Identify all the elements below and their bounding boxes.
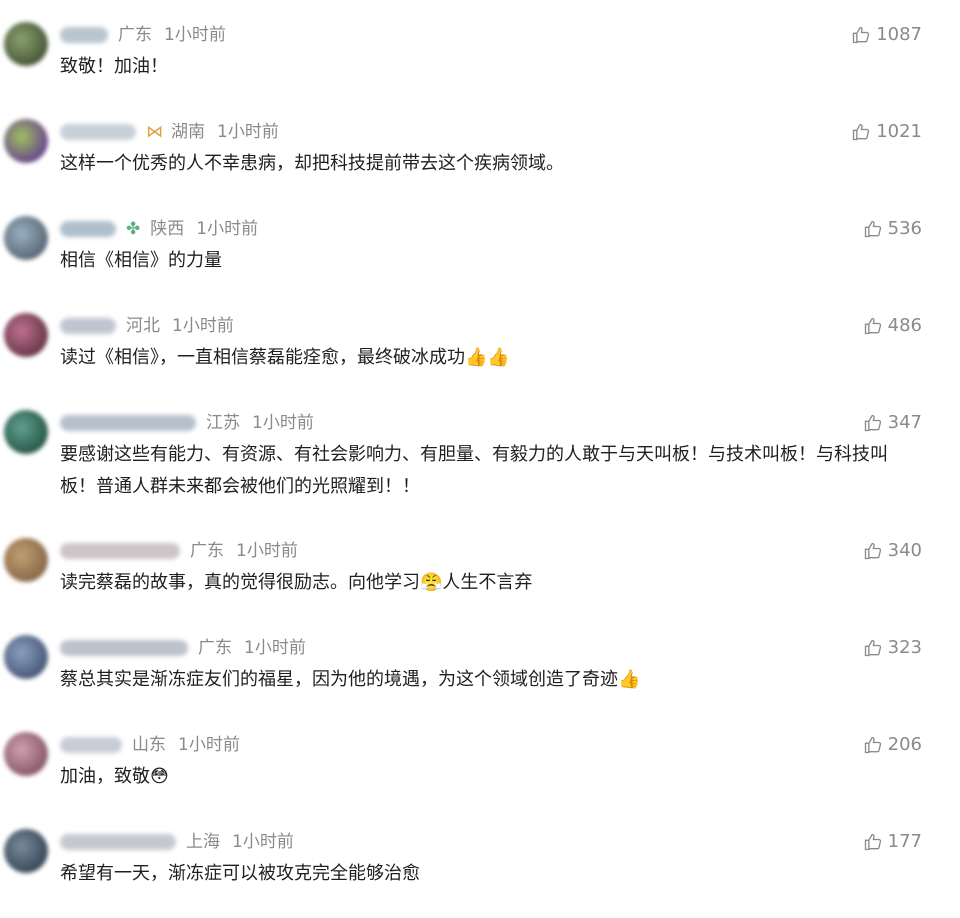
comment-meta: 河北 1小时前 [60, 315, 234, 337]
like-count: 1021 [876, 121, 922, 142]
timestamp: 1小时前 [164, 25, 226, 45]
badge-icon: ✤ [126, 219, 141, 239]
like-count: 177 [887, 831, 922, 852]
thumbs-up-icon [864, 736, 881, 754]
comment-meta: ✤ 陕西 1小时前 [60, 218, 258, 240]
username[interactable] [60, 124, 136, 140]
username[interactable] [60, 737, 122, 753]
timestamp: 1小时前 [196, 219, 259, 239]
like-count: 206 [887, 734, 922, 755]
region-label: 广东 [198, 638, 232, 658]
like-button[interactable]: 340 [863, 540, 922, 562]
timestamp: 1小时前 [252, 413, 314, 433]
like-count: 1087 [876, 24, 922, 45]
timestamp: 1小时前 [217, 122, 279, 142]
thumbs-up-icon [853, 123, 870, 141]
avatar[interactable] [4, 410, 48, 454]
region-label: 陕西 [150, 219, 185, 239]
avatar[interactable] [4, 313, 48, 357]
like-count: 347 [887, 412, 922, 433]
region-label: 湖南 [171, 122, 205, 142]
like-button[interactable]: 1021 [851, 121, 922, 143]
username[interactable] [60, 318, 116, 334]
thumbs-up-icon [864, 833, 881, 851]
comment-text: 要感谢这些有能力、有资源、有社会影响力、有胆量、有毅力的人敢于与天叫板！与技术叫… [60, 444, 888, 497]
thumbs-up-icon [864, 414, 881, 432]
region-label: 上海 [186, 832, 220, 852]
badge-icon: ⋈ [146, 122, 163, 142]
like-count: 536 [887, 218, 922, 239]
username[interactable] [60, 221, 116, 237]
username[interactable] [60, 27, 108, 43]
comment-meta: 广东 1小时前 [60, 637, 306, 659]
comment-text: 蔡总其实是渐冻症友们的福星，因为他的境遇，为这个领域创造了奇迹👍 [60, 669, 641, 690]
comment-text: 这样一个优秀的人不幸患病，却把科技提前带去这个疾病领域。 [60, 153, 564, 174]
like-button[interactable]: 536 [863, 218, 922, 240]
comment-meta: ⋈ 湖南 1小时前 [60, 121, 279, 143]
like-button[interactable]: 177 [863, 831, 922, 853]
username[interactable] [60, 543, 180, 559]
region-label: 江苏 [206, 413, 240, 433]
comment-text: 读完蔡磊的故事，真的觉得很励志。向他学习😤人生不言弃 [60, 572, 533, 593]
avatar[interactable] [4, 216, 48, 260]
comment-meta: 上海 1小时前 [60, 831, 294, 853]
comment-meta: 广东 1小时前 [60, 540, 298, 562]
thumbs-up-icon [864, 317, 881, 335]
like-button[interactable]: 1087 [851, 24, 922, 46]
avatar[interactable] [4, 119, 48, 163]
timestamp: 1小时前 [172, 316, 234, 336]
comment-text: 相信《相信》的力量 [60, 250, 222, 271]
avatar[interactable] [4, 635, 48, 679]
like-button[interactable]: 323 [863, 637, 922, 659]
comment-text: 读过《相信》，一直相信蔡磊能痊愈，最终破冰成功👍👍 [60, 347, 510, 368]
comment-meta: 广东 1小时前 [60, 24, 226, 46]
avatar[interactable] [4, 538, 48, 582]
region-label: 广东 [118, 25, 152, 45]
like-button[interactable]: 486 [863, 315, 922, 337]
timestamp: 1小时前 [236, 541, 298, 561]
thumbs-up-icon [864, 220, 881, 238]
thumbs-up-icon [864, 639, 881, 657]
timestamp: 1小时前 [178, 735, 240, 755]
username[interactable] [60, 834, 176, 850]
avatar[interactable] [4, 22, 48, 66]
comment-text: 希望有一天，渐冻症可以被攻克完全能够治愈 [60, 863, 420, 884]
region-label: 河北 [126, 316, 160, 336]
avatar[interactable] [4, 829, 48, 873]
username[interactable] [60, 640, 188, 656]
thumbs-up-icon [853, 26, 870, 44]
thumbs-up-icon [864, 542, 881, 560]
comment-meta: 山东 1小时前 [60, 734, 240, 756]
comment-meta: 江苏 1小时前 [60, 412, 314, 434]
like-count: 323 [887, 637, 922, 658]
region-label: 广东 [190, 541, 224, 561]
comment-text: 加油，致敬😳 [60, 766, 169, 787]
timestamp: 1小时前 [244, 638, 306, 658]
like-count: 340 [887, 540, 922, 561]
region-label: 山东 [132, 735, 166, 755]
avatar[interactable] [4, 732, 48, 776]
like-button[interactable]: 347 [863, 412, 922, 434]
like-button[interactable]: 206 [863, 734, 922, 756]
comment-text: 致敬！加油！ [60, 56, 168, 77]
username[interactable] [60, 415, 196, 431]
like-count: 486 [887, 315, 922, 336]
timestamp: 1小时前 [232, 832, 294, 852]
